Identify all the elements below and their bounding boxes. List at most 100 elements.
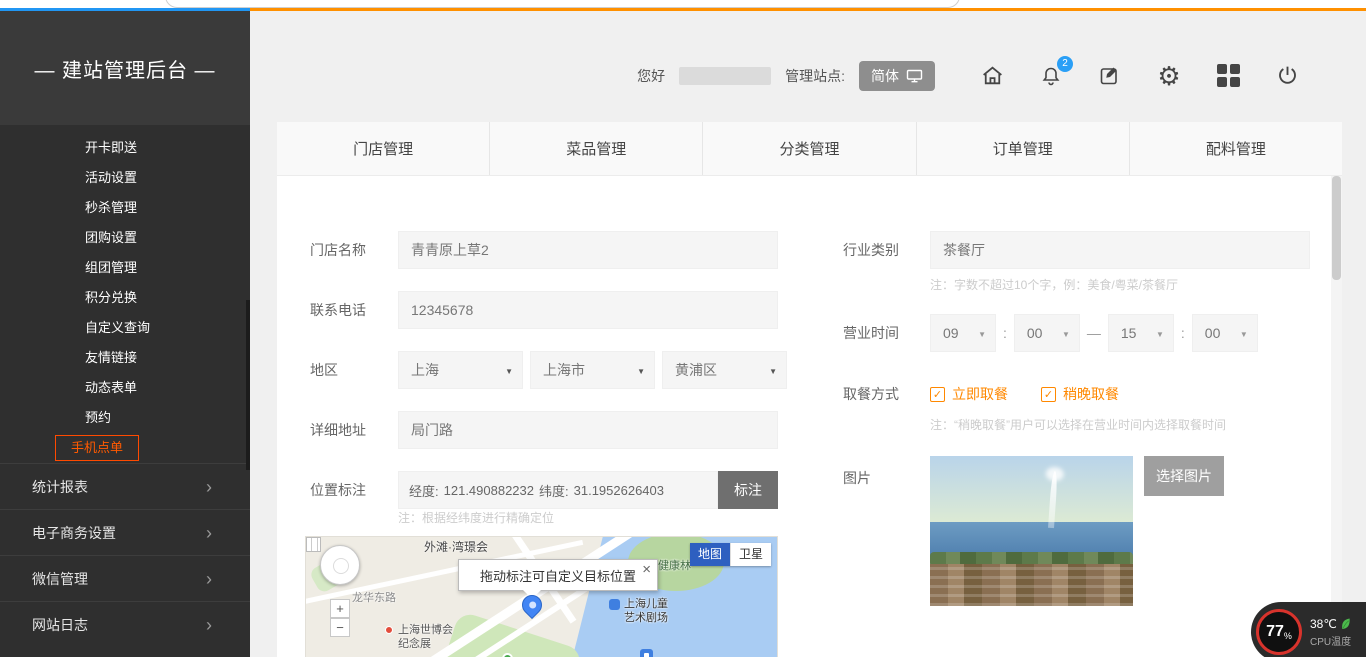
phone-input[interactable]: 12345678 (398, 291, 778, 329)
tab-category-management[interactable]: 分类管理 (702, 122, 915, 175)
store-name-label: 门店名称 (310, 240, 398, 260)
browser-address-bar[interactable] (165, 0, 960, 8)
end-hour-select[interactable]: 15 ▼ (1108, 314, 1174, 352)
content-scrollbar[interactable] (1331, 176, 1342, 657)
tab-bar: 门店管理 菜品管理 分类管理 订单管理 配料管理 (277, 122, 1342, 176)
edit-button[interactable] (1097, 63, 1123, 89)
region-district-select[interactable]: 黄浦区 ▼ (662, 351, 787, 389)
sidebar-title: — 建站管理后台 — (0, 11, 250, 125)
sidebar-section-wechat[interactable]: 微信管理 › (0, 555, 250, 601)
hours-colon: : (1181, 325, 1185, 341)
start-hour-value: 09 (943, 325, 959, 341)
start-hour-select[interactable]: 09 ▼ (930, 314, 996, 352)
caret-down-icon: ▼ (978, 330, 986, 339)
gear-icon: ⚙ (1157, 63, 1180, 89)
site-label: 管理站点: (785, 66, 845, 86)
sidebar-item-team[interactable]: 组团管理 (0, 253, 250, 283)
home-icon (980, 63, 1005, 88)
metro-station-icon (640, 649, 653, 657)
cpu-monitor-widget[interactable]: 77% 38℃ CPU温度 (1251, 602, 1366, 657)
latitude-label: 纬度: (539, 481, 569, 500)
pan-down-icon (337, 573, 345, 581)
map-pan-control[interactable] (320, 545, 360, 585)
tab-ingredient-management[interactable]: 配料管理 (1129, 122, 1342, 175)
checkbox-checked-icon[interactable]: ✓ (930, 387, 945, 402)
image-buildings (930, 564, 1133, 606)
checkbox-checked-icon[interactable]: ✓ (1041, 387, 1056, 402)
sidebar-item-points-exchange[interactable]: 积分兑换 (0, 283, 250, 313)
zoom-out-button[interactable]: − (330, 618, 350, 637)
poi-theater-line1: 上海儿童 (624, 597, 668, 611)
poi-expo-line2: 纪念展 (398, 637, 453, 651)
section-label: 微信管理 (32, 571, 88, 587)
start-minute-value: 00 (1027, 325, 1043, 341)
chevron-right-icon: › (206, 556, 212, 602)
annotate-button[interactable]: 标注 (718, 471, 778, 509)
apps-grid-button[interactable] (1215, 63, 1241, 89)
category-input[interactable]: 茶餐厅 (930, 231, 1310, 269)
end-minute-select[interactable]: 00 ▼ (1192, 314, 1258, 352)
settings-button[interactable]: ⚙ (1156, 63, 1182, 89)
poi-label-theater: 上海儿童 艺术剧场 (624, 597, 668, 626)
sidebar-item-dynamic-form[interactable]: 动态表单 (0, 373, 250, 403)
tab-order-management[interactable]: 订单管理 (916, 122, 1129, 175)
image-sky (930, 456, 1133, 522)
map-type-map-button[interactable]: 地图 (690, 543, 730, 566)
sidebar-item-mobile-ordering[interactable]: 手机点单 (0, 433, 250, 463)
sidebar-section-statistics[interactable]: 统计报表 › (0, 463, 250, 509)
close-icon[interactable]: × (642, 561, 651, 578)
notifications-button[interactable]: 2 (1038, 63, 1064, 89)
region-district-value: 黄浦区 (675, 360, 717, 380)
sidebar: — 建站管理后台 — 开卡即送 活动设置 秒杀管理 团购设置 组团管理 积分兑换… (0, 11, 250, 657)
region-city-select[interactable]: 上海市 ▼ (530, 351, 655, 389)
sidebar-item-activity[interactable]: 活动设置 (0, 163, 250, 193)
poi-label-expo: 上海世博会 纪念展 (398, 623, 453, 652)
region-province-select[interactable]: 上海 ▼ (398, 351, 523, 389)
phone-label: 联系电话 (310, 300, 398, 320)
map-zoom-control: + − (330, 599, 350, 637)
monitor-icon (906, 69, 923, 83)
poi-label-park: 健康林 (658, 557, 691, 573)
address-input[interactable]: 局门路 (398, 411, 778, 449)
home-button[interactable] (979, 63, 1005, 89)
start-minute-select[interactable]: 00 ▼ (1014, 314, 1080, 352)
latitude-value: 31.1952626403 (574, 483, 664, 498)
tab-store-management[interactable]: 门店管理 (277, 122, 489, 175)
tab-dish-management[interactable]: 菜品管理 (489, 122, 702, 175)
store-name-input[interactable]: 青青原上草2 (398, 231, 778, 269)
choose-image-button[interactable]: 选择图片 (1144, 456, 1224, 496)
sidebar-item-card-gift[interactable]: 开卡即送 (0, 133, 250, 163)
edit-icon (1098, 64, 1122, 88)
hours-label: 营业时间 (843, 323, 930, 343)
header-icons: 2 ⚙ (979, 63, 1300, 89)
pan-up-icon (337, 549, 345, 557)
logout-button[interactable] (1274, 63, 1300, 89)
sidebar-item-friend-links[interactable]: 友情链接 (0, 343, 250, 373)
sidebar-section-ecommerce[interactable]: 电子商务设置 › (0, 509, 250, 555)
topbar: 您好 管理站点: 简体 2 (250, 11, 1366, 122)
username-blurred (679, 67, 771, 85)
browser-chrome-strip (0, 0, 1366, 11)
lang-button[interactable]: 简体 (859, 61, 935, 91)
map-canvas[interactable]: 外滩·湾璟会 龙华东路 上海世博会 纪念展 上海儿童 艺术剧场 健康林 (305, 536, 778, 657)
greeting-text: 您好 (637, 66, 665, 86)
power-icon (1275, 63, 1300, 88)
map-type-satellite-button[interactable]: 卫星 (730, 543, 771, 566)
form-right-column: 行业类别 茶餐厅 注：字数不超过10个字，例：美食/粤菜/茶餐厅 营业时间 09… (843, 231, 1333, 606)
content-scrollbar-thumb[interactable] (1332, 176, 1341, 280)
sidebar-item-custom-query[interactable]: 自定义查询 (0, 313, 250, 343)
location-coordinates-box[interactable]: 经度: 121.490882232 纬度: 31.1952626403 (398, 471, 718, 509)
sidebar-section-site-logs[interactable]: 网站日志 › (0, 601, 250, 647)
caret-down-icon: ▼ (505, 367, 513, 376)
end-minute-value: 00 (1205, 325, 1221, 341)
sidebar-item-booking[interactable]: 预约 (0, 403, 250, 433)
sidebar-item-groupbuy[interactable]: 团购设置 (0, 223, 250, 253)
cpu-temp-label: CPU温度 (1310, 633, 1351, 648)
grid-icon (1217, 64, 1240, 87)
category-label: 行业类别 (843, 240, 930, 260)
caret-down-icon: ▼ (769, 367, 777, 376)
cpu-usage-gauge: 77% (1256, 609, 1302, 655)
cpu-percent-value: 77 (1266, 623, 1284, 641)
sidebar-item-seckill[interactable]: 秒杀管理 (0, 193, 250, 223)
zoom-in-button[interactable]: + (330, 599, 350, 618)
